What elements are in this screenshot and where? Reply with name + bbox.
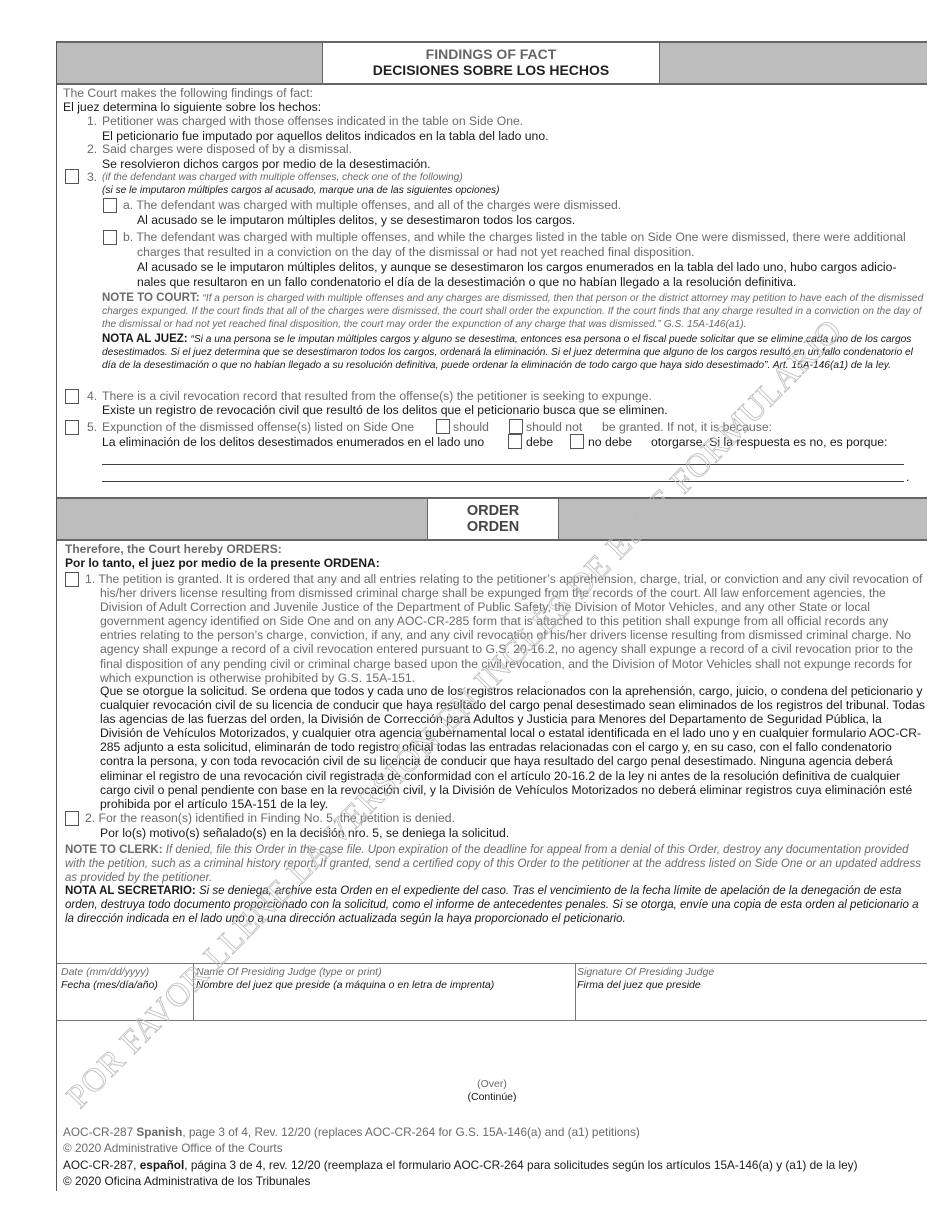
date-label-en: Date (mm/dd/yyyy): [61, 966, 150, 978]
finding-3b-es-line1: Al acusado se le imputaron múltiples del…: [137, 260, 897, 274]
finding-5-en-post: be granted. If not, it is because:: [602, 420, 773, 434]
order-header: ORDER ORDEN: [427, 499, 559, 539]
finding-1-number: 1.: [87, 114, 98, 128]
finding-1-en: Petitioner was charged with those offens…: [102, 114, 524, 128]
order-1-en-text: 1. The petition is granted. It is ordere…: [85, 572, 923, 685]
nota-al-juez-text: “Si a una persona se le imputan múltiple…: [102, 334, 913, 372]
finding-3b-es-line2: nales que resultaron en un fallo condena…: [137, 275, 797, 289]
signature-label-es: Firma del juez que preside: [577, 978, 701, 991]
order-intro-es: Por lo tanto, el juez por medio de la pr…: [65, 556, 380, 570]
finding-3a-es: Al acusado se le imputaron múltiples del…: [137, 213, 576, 227]
reason-end-period: .: [906, 470, 910, 484]
findings-header-bar: FINDINGS OF FACT DECISIONES SOBRE LOS HE…: [57, 41, 927, 85]
over-label-en: (Over): [477, 1078, 507, 1090]
note-to-clerk-label: NOTE TO CLERK:: [65, 844, 163, 856]
no-debe-label: no debe: [588, 435, 633, 449]
reason-line-2[interactable]: [102, 481, 904, 482]
finding-5-es-pre: La eliminación de los delitos desestimad…: [102, 435, 485, 449]
order-2-es: Por lo(s) motivo(s) señalado(s) en la de…: [100, 826, 510, 840]
judge-name-field[interactable]: Name Of Presiding Judge (type or print) …: [192, 964, 576, 1020]
finding-3-instruction-es: (si se le imputaron múltiples cargos al …: [102, 185, 500, 196]
date-label-es: Fecha (mes/día/año): [61, 978, 158, 991]
footer-form-id-es: AOC-CR-287,: [63, 1158, 140, 1172]
nota-al-juez-label: NOTA AL JUEZ:: [102, 333, 188, 345]
order-2-en: 2. For the reason(s) identified in Findi…: [85, 811, 455, 825]
finding-3b-en-line2: charges that resulted in a conviction on…: [137, 245, 695, 259]
note-to-court-label: NOTE TO COURT:: [102, 292, 200, 304]
finding-5-en-pre: Expunction of the dismissed offense(s) l…: [102, 420, 415, 434]
order-1-checkbox[interactable]: [65, 572, 79, 587]
form-page: FINDINGS OF FACT DECISIONES SOBRE LOS HE…: [56, 41, 927, 1191]
findings-title-en: FINDINGS OF FACT: [425, 46, 557, 62]
order-header-bar: ORDER ORDEN: [57, 497, 927, 541]
note-to-clerk: NOTE TO CLERK: If denied, file this Orde…: [65, 843, 927, 885]
finding-2-number: 2.: [87, 142, 98, 156]
judge-signature-field[interactable]: Signature Of Presiding Judge Firma del j…: [573, 964, 931, 1020]
footer-line-3: AOC-CR-287, español, página 3 de 4, rev.…: [63, 1158, 858, 1174]
no-debe-checkbox[interactable]: [570, 434, 584, 449]
signature-block: Date (mm/dd/yyyy) Fecha (mes/día/año) Na…: [57, 963, 927, 1021]
footer-language: Spanish: [136, 1125, 183, 1139]
should-checkbox[interactable]: [436, 419, 450, 434]
footer-language-es: español: [139, 1158, 185, 1172]
signature-label-en: Signature Of Presiding Judge: [577, 966, 715, 978]
footer-form-id: AOC-CR-287: [63, 1125, 137, 1139]
nota-al-juez: NOTA AL JUEZ: “Si a una persona se le im…: [102, 333, 924, 373]
date-field[interactable]: Date (mm/dd/yyyy) Fecha (mes/día/año): [57, 964, 194, 1020]
finding-4-checkbox[interactable]: [65, 389, 79, 404]
finding-3-number: 3.: [87, 170, 98, 184]
note-to-court: NOTE TO COURT: “If a person is charged w…: [102, 292, 924, 332]
debe-checkbox[interactable]: [508, 434, 522, 449]
findings-title-es: DECISIONES SOBRE LOS HECHOS: [372, 62, 610, 78]
findings-intro-es: El juez determina lo siguiente sobre los…: [63, 100, 322, 114]
finding-3-instruction-en: (if the defendant was charged with multi…: [102, 172, 463, 183]
footer-revision: , page 3 of 4, Rev. 12/20 (replaces AOC-…: [182, 1125, 640, 1139]
should-not-checkbox[interactable]: [509, 419, 523, 434]
finding-5-number: 5.: [87, 420, 98, 434]
finding-3a-en: a. The defendant was charged with multip…: [123, 198, 622, 212]
findings-header: FINDINGS OF FACT DECISIONES SOBRE LOS HE…: [322, 43, 660, 83]
finding-3-checkbox[interactable]: [65, 169, 79, 184]
finding-2-es: Se resolvieron dichos cargos por medio d…: [102, 157, 431, 171]
debe-label: debe: [526, 435, 554, 449]
findings-intro-en: The Court makes the following findings o…: [63, 86, 313, 100]
order-title-en: ORDER: [466, 503, 520, 519]
finding-5-es-post: otorgarse. Si la respuesta es no, es por…: [651, 435, 888, 449]
finding-3a-checkbox[interactable]: [103, 198, 117, 213]
finding-3b-checkbox[interactable]: [103, 230, 117, 245]
finding-2-en: Said charges were disposed of by a dismi…: [102, 142, 352, 156]
note-to-clerk-text: If denied, file this Order in the case f…: [65, 844, 921, 884]
finding-4-number: 4.: [87, 389, 98, 403]
order-2-checkbox[interactable]: [65, 811, 79, 826]
finding-4-en: There is a civil revocation record that …: [102, 389, 652, 403]
should-not-label: should not: [526, 420, 583, 434]
note-to-court-text: “If a person is charged with multiple of…: [102, 293, 924, 331]
reason-line-1[interactable]: [102, 464, 904, 465]
order-1-es: Que se otorgue la solicitud. Se ordena q…: [100, 684, 925, 811]
should-label: should: [453, 420, 489, 434]
nota-al-secretario: NOTA AL SECRETARIO: Si se deniega, archi…: [65, 884, 927, 926]
footer-copyright-es: © 2020 Oficina Administrativa de los Tri…: [63, 1174, 311, 1188]
finding-3b-en-line1: b. The defendant was charged with multip…: [123, 230, 906, 244]
order-intro-en: Therefore, the Court hereby ORDERS:: [65, 542, 282, 556]
footer-copyright-en: © 2020 Administrative Office of the Cour…: [63, 1141, 283, 1155]
nota-al-secretario-label: NOTA AL SECRETARIO:: [65, 885, 196, 897]
over-label-es: (Continúe): [467, 1091, 517, 1103]
order-1-en: 1. The petition is granted. It is ordere…: [85, 572, 925, 685]
judge-name-label-es: Nombre del juez que preside (a máquina o…: [196, 978, 495, 991]
footer-revision-es: , página 3 de 4, rev. 12/20 (reemplaza e…: [184, 1158, 858, 1172]
order-title-es: ORDEN: [466, 519, 520, 535]
finding-5-checkbox[interactable]: [65, 420, 79, 435]
footer-line-1: AOC-CR-287 Spanish, page 3 of 4, Rev. 12…: [63, 1125, 640, 1141]
judge-name-label-en: Name Of Presiding Judge (type or print): [196, 966, 382, 978]
finding-4-es: Existe un registro de revocación civil q…: [102, 403, 668, 417]
